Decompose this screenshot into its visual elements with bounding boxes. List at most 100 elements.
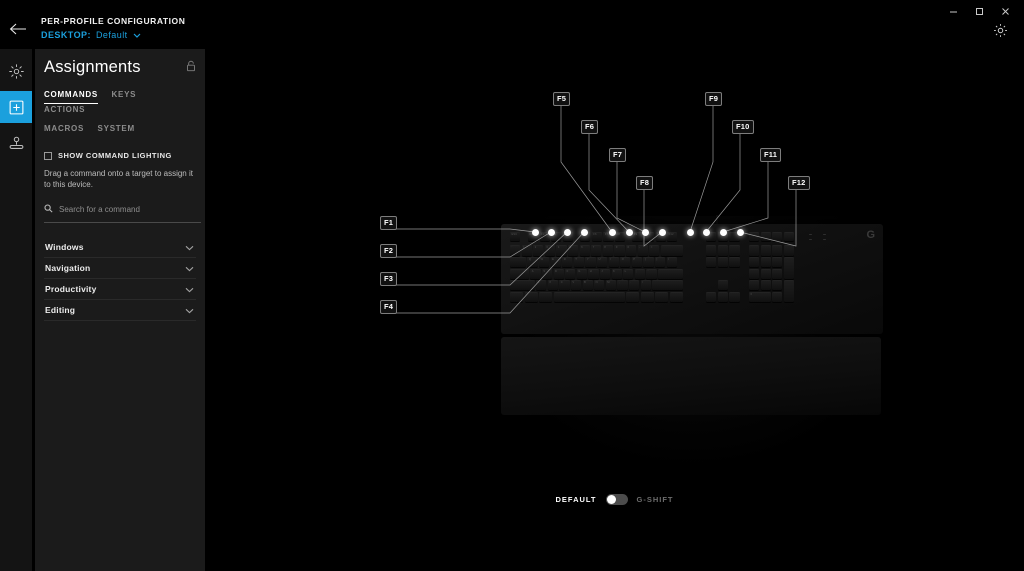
tab-commands[interactable]: COMMANDS <box>44 89 98 104</box>
keycap[interactable]: , <box>617 280 628 291</box>
keycap[interactable]: T <box>573 256 585 268</box>
callout-chip-f4[interactable]: F4 <box>380 300 398 314</box>
callout-chip-f8[interactable]: F8 <box>636 176 654 190</box>
keycap[interactable]: 5 <box>568 245 579 256</box>
keycap[interactable] <box>772 268 783 279</box>
keycap[interactable] <box>717 256 728 268</box>
mode-switch[interactable] <box>605 494 628 505</box>
keycap[interactable]: J <box>599 268 611 279</box>
keycap[interactable] <box>539 291 553 303</box>
lock-button[interactable] <box>186 59 196 77</box>
keycap[interactable]: P <box>631 256 643 268</box>
keycap[interactable] <box>510 291 524 303</box>
category-editing[interactable]: Editing <box>44 300 196 321</box>
keycap[interactable]: D <box>553 268 564 279</box>
keycap[interactable] <box>669 291 683 303</box>
sidebar-item-lighting[interactable] <box>0 55 32 87</box>
keycap[interactable]: K <box>611 268 622 279</box>
keycap[interactable]: R <box>562 256 573 268</box>
sidebar-item-assignments[interactable] <box>0 91 32 123</box>
keycap[interactable]: ; <box>634 268 645 279</box>
callout-chip-f10[interactable]: F10 <box>732 120 754 134</box>
keycap[interactable]: L <box>623 268 634 279</box>
keycap[interactable] <box>772 280 783 291</box>
callout-chip-f6[interactable]: F6 <box>581 120 599 134</box>
assignment-dot-f8[interactable] <box>658 228 666 236</box>
maximize-button[interactable] <box>966 0 992 22</box>
assignment-dot-f7[interactable] <box>641 228 649 236</box>
keycap[interactable]: 3 <box>544 245 556 256</box>
keycap[interactable]: F12 <box>667 232 678 242</box>
keycap[interactable] <box>772 232 783 242</box>
keycap[interactable]: = <box>649 245 660 256</box>
keycap[interactable] <box>706 291 717 303</box>
keycap[interactable]: 0 <box>748 291 771 303</box>
keycap[interactable]: A <box>530 268 541 279</box>
tab-system[interactable]: SYSTEM <box>98 123 135 137</box>
keycap[interactable] <box>655 291 669 303</box>
keycap[interactable]: ` <box>510 245 521 256</box>
keycap[interactable] <box>717 245 728 256</box>
keycap[interactable]: 4 <box>556 245 567 256</box>
category-navigation[interactable]: Navigation <box>44 258 196 279</box>
callout-chip-f12[interactable]: F12 <box>788 176 810 190</box>
keycap[interactable]: 6 <box>579 245 590 256</box>
assignment-dot-f4[interactable] <box>580 228 588 236</box>
callout-chip-f5[interactable]: F5 <box>553 92 571 106</box>
keycap[interactable]: S <box>541 268 553 279</box>
mode-default-label[interactable]: DEFAULT <box>555 495 596 504</box>
keycap[interactable]: Q <box>527 256 538 268</box>
keycap[interactable] <box>510 268 529 279</box>
assignment-dot-f11[interactable] <box>719 228 727 236</box>
keycap[interactable]: 9 <box>614 245 625 256</box>
keycap[interactable]: I <box>608 256 619 268</box>
assignment-dot-f3[interactable] <box>563 228 571 236</box>
callout-chip-f9[interactable]: F9 <box>705 92 723 106</box>
keycap[interactable] <box>626 291 640 303</box>
keycap[interactable]: ' <box>646 268 657 279</box>
sidebar-item-game-mode[interactable] <box>0 127 32 159</box>
callout-chip-f1[interactable]: F1 <box>380 216 398 230</box>
assignment-dot-f12[interactable] <box>736 228 744 236</box>
keycap[interactable] <box>640 291 654 303</box>
assignment-dot-f9[interactable] <box>686 228 694 236</box>
back-button[interactable] <box>8 21 28 37</box>
keycap[interactable]: \ <box>666 256 677 268</box>
minimize-button[interactable] <box>940 0 966 22</box>
keycap[interactable] <box>772 245 783 256</box>
callout-chip-f11[interactable]: F11 <box>760 148 782 162</box>
keycap[interactable] <box>783 256 795 279</box>
keycap[interactable]: E <box>550 256 561 268</box>
show-command-lighting-checkbox[interactable] <box>44 151 52 160</box>
category-productivity[interactable]: Productivity <box>44 279 196 300</box>
assignment-dot-f10[interactable] <box>702 228 710 236</box>
tab-actions[interactable]: ACTIONS <box>44 104 85 118</box>
keycap[interactable]: X <box>547 280 558 291</box>
keycap[interactable]: W <box>539 256 550 268</box>
keycap[interactable]: C <box>559 280 570 291</box>
keycap[interactable]: 8 <box>602 245 614 256</box>
keycap[interactable]: U <box>597 256 608 268</box>
callout-chip-f3[interactable]: F3 <box>380 272 398 286</box>
keycap[interactable]: H <box>588 268 599 279</box>
keycap[interactable] <box>772 291 783 303</box>
keycap[interactable] <box>783 232 795 242</box>
close-button[interactable] <box>992 0 1018 22</box>
callout-chip-f7[interactable]: F7 <box>609 148 627 162</box>
keycap[interactable]: 0 <box>626 245 637 256</box>
keycap[interactable]: / <box>640 280 651 291</box>
keycap[interactable]: 7 <box>591 245 602 256</box>
keycap[interactable] <box>772 256 783 268</box>
keycap[interactable] <box>760 232 771 242</box>
keycap[interactable]: Y <box>585 256 596 268</box>
keycap[interactable] <box>760 256 771 268</box>
keycap[interactable]: O <box>620 256 631 268</box>
callout-chip-f2[interactable]: F2 <box>380 244 398 258</box>
keycap[interactable]: 2 <box>533 245 544 256</box>
keycap[interactable]: G <box>576 268 587 279</box>
keycap[interactable] <box>748 268 760 279</box>
keycap[interactable] <box>760 268 771 279</box>
search-input[interactable] <box>59 204 197 214</box>
keycap[interactable]: Z <box>536 280 547 291</box>
keycap[interactable]: ] <box>655 256 666 268</box>
